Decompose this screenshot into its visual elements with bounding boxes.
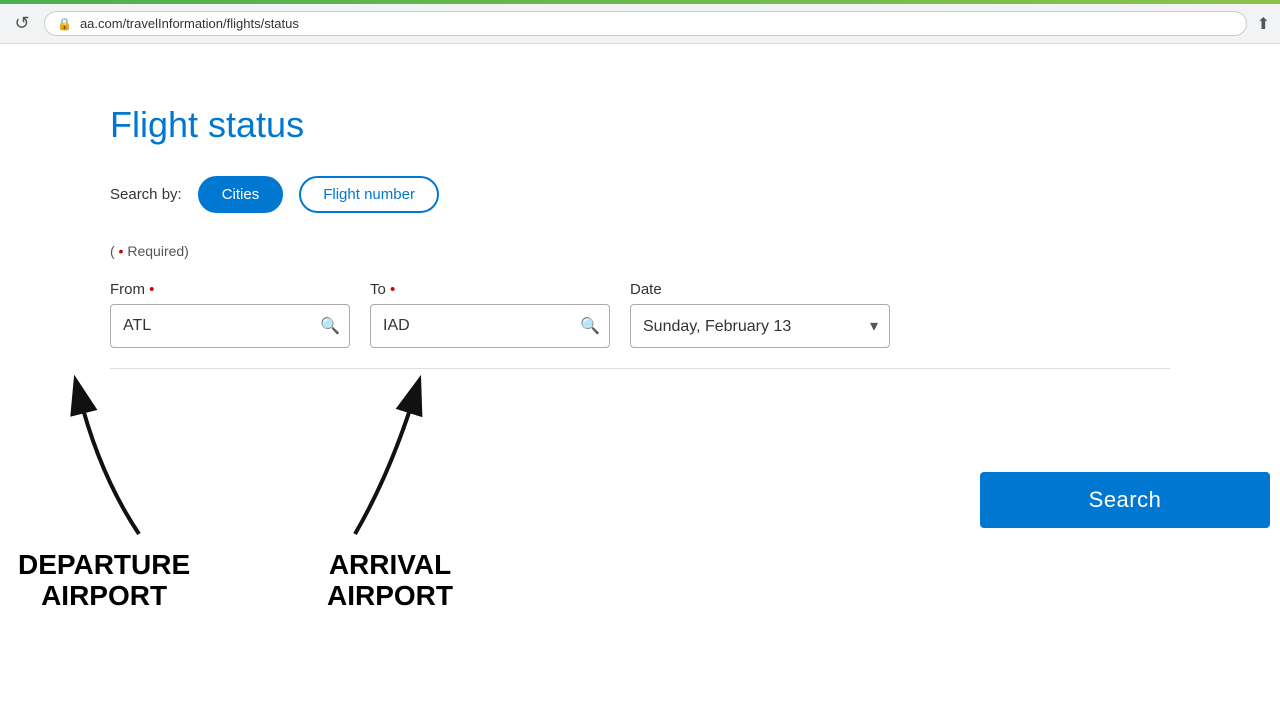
from-label: From • [110, 281, 350, 298]
from-input-wrapper: 🔍 [110, 304, 350, 348]
main-content: Flight status Search by: Cities Flight n… [0, 44, 1280, 439]
divider [110, 368, 1170, 369]
arrival-annotation: ARRIVALAIRPORT [325, 374, 455, 612]
departure-arrow-icon [39, 374, 169, 544]
lock-icon: 🔒 [57, 17, 72, 31]
date-wrapper: Sunday, February 13 Monday, February 14 … [630, 304, 890, 348]
search-by-label: Search by: [110, 186, 182, 203]
departure-label: DEPARTUREAIRPORT [18, 550, 190, 612]
date-select[interactable]: Sunday, February 13 Monday, February 14 … [630, 304, 890, 348]
arrival-arrow-icon [325, 374, 455, 544]
to-label: To • [370, 281, 610, 298]
departure-annotation: DEPARTUREAIRPORT [18, 374, 190, 612]
url-text: aa.com/travelInformation/flights/status [80, 16, 299, 31]
tab-cities[interactable]: Cities [198, 176, 284, 213]
to-input-wrapper: 🔍 [370, 304, 610, 348]
search-by-row: Search by: Cities Flight number [110, 176, 1170, 213]
search-button[interactable]: Search [980, 472, 1270, 528]
share-icon[interactable]: ⬆ [1257, 14, 1270, 34]
to-input[interactable] [370, 304, 610, 348]
to-group: To • 🔍 [370, 281, 610, 348]
from-input[interactable] [110, 304, 350, 348]
required-note: ( • Required) [110, 243, 1170, 259]
arrival-label: ARRIVALAIRPORT [327, 550, 453, 612]
address-bar[interactable]: 🔒 aa.com/travelInformation/flights/statu… [44, 11, 1247, 36]
date-group: Date Sunday, February 13 Monday, Februar… [630, 281, 890, 348]
required-dot: • [115, 243, 124, 259]
browser-toolbar: ↺ 🔒 aa.com/travelInformation/flights/sta… [0, 4, 1280, 44]
from-group: From • 🔍 [110, 281, 350, 348]
back-button[interactable]: ↺ [10, 13, 34, 34]
form-row: From • 🔍 To • 🔍 Date Sunday, February 13 [110, 281, 1170, 348]
date-label: Date [630, 281, 890, 298]
tab-flight-number[interactable]: Flight number [299, 176, 439, 213]
page-title: Flight status [110, 104, 1170, 146]
